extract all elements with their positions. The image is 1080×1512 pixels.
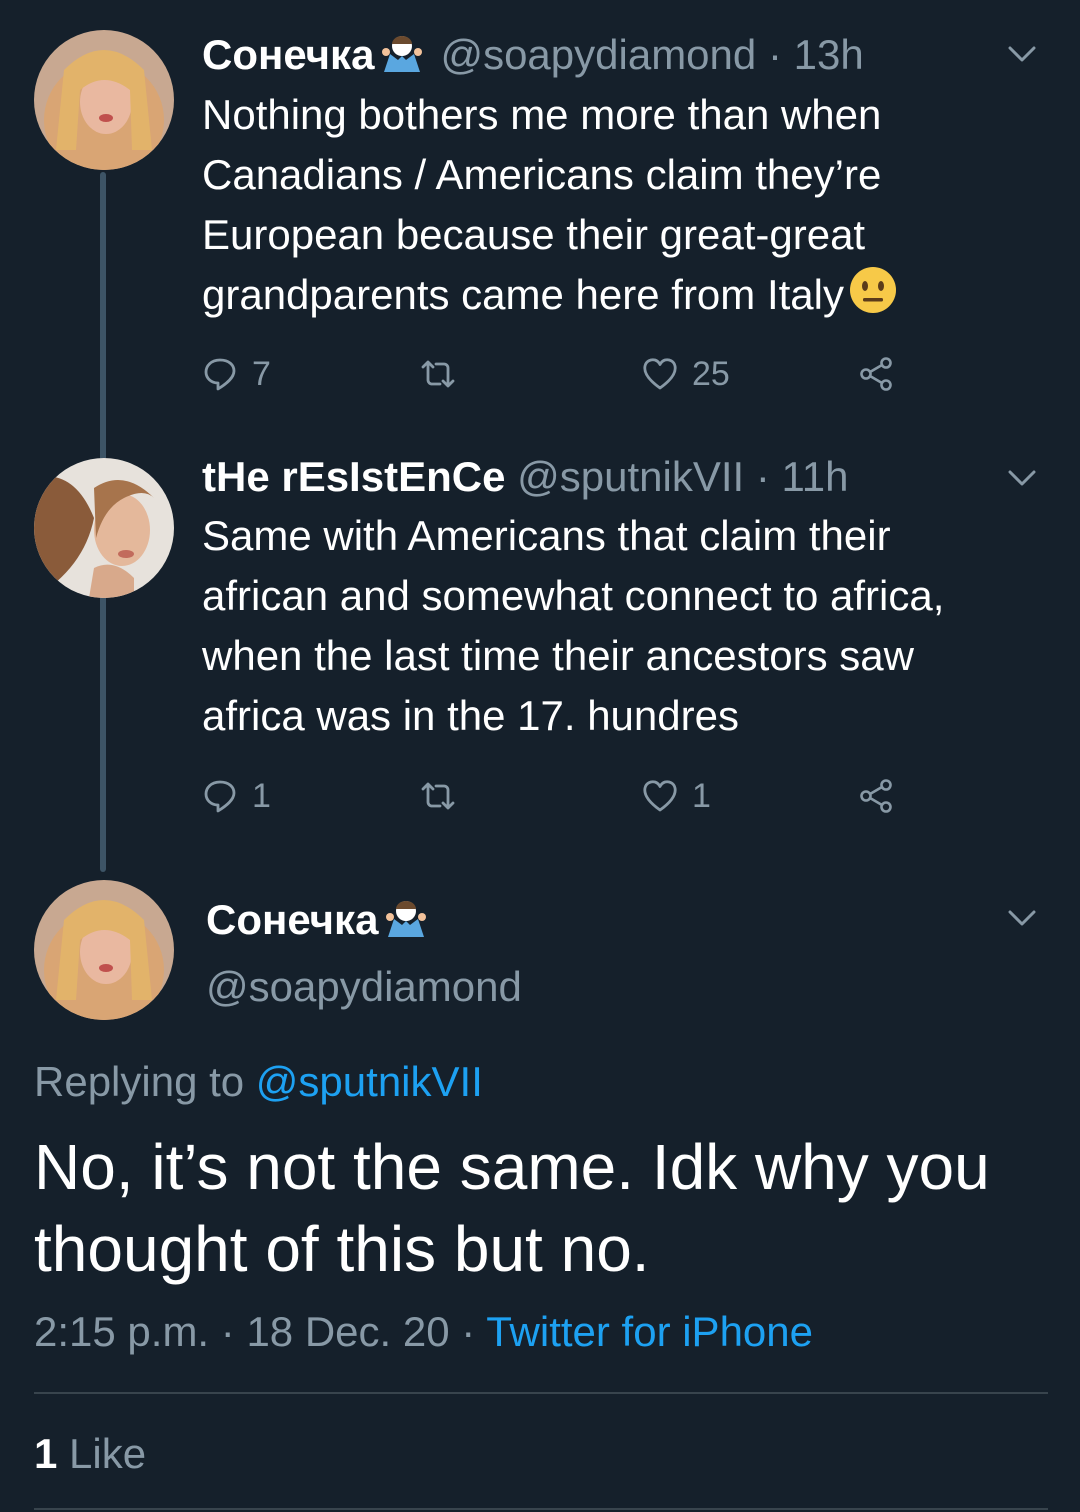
avatar[interactable] [34, 880, 174, 1020]
mention-link[interactable]: @sputnikVII [256, 1058, 483, 1105]
divider [34, 1508, 1048, 1510]
tweet-actions: 7 25 [202, 350, 922, 398]
display-name[interactable]: Сонечка [206, 895, 428, 948]
reply-button[interactable]: 1 [202, 772, 271, 820]
chevron-down-icon[interactable] [1002, 458, 1042, 498]
heart-icon [643, 358, 677, 390]
timestamp[interactable]: 2:15 p.m. [34, 1308, 209, 1355]
reply-icon [204, 780, 236, 813]
retweet-button[interactable] [420, 350, 470, 398]
display-name[interactable]: tHe rEsIstEnCe [202, 453, 505, 500]
separator-dot: · [461, 1308, 476, 1355]
retweet-icon [421, 782, 455, 810]
tweet-actions: 1 1 [202, 772, 922, 820]
tweet-text: Nothing bothers me more than when Canadi… [202, 85, 1042, 331]
share-icon [860, 357, 892, 391]
likes-count[interactable]: 1 Like [34, 1428, 146, 1480]
avatar[interactable] [34, 30, 174, 170]
share-icon [860, 779, 892, 813]
reply-icon [204, 358, 236, 391]
neutral-face-emoji-icon [848, 265, 898, 331]
like-button[interactable]: 25 [642, 350, 730, 398]
person-tipping-hand-emoji-icon [384, 897, 428, 948]
retweet-icon [421, 360, 455, 388]
separator-dot: · [220, 1308, 235, 1355]
chevron-down-icon[interactable] [1002, 34, 1042, 74]
separator-dot: · [767, 31, 782, 78]
like-button[interactable]: 1 [642, 772, 711, 820]
tweet-text: No, it’s not the same. Idk why you thoug… [34, 1131, 990, 1285]
heart-icon [643, 780, 677, 812]
date[interactable]: 18 Dec. 20 [246, 1308, 449, 1355]
handle[interactable]: @soapydiamond [206, 962, 522, 1012]
chevron-down-icon[interactable] [1002, 898, 1042, 938]
divider [34, 1392, 1048, 1394]
person-tipping-hand-emoji-icon [380, 32, 424, 83]
avatar[interactable] [34, 458, 174, 598]
tweet-header: Сонечка @soapydiamond · 13h [202, 30, 864, 83]
display-name[interactable]: Сонечка [202, 31, 374, 78]
handle[interactable]: @sputnikVII [517, 453, 744, 500]
timestamp[interactable]: 13h [794, 31, 864, 78]
tweet-meta: 2:15 p.m. · 18 Dec. 20 · Twitter for iPh… [34, 1305, 813, 1359]
source-link[interactable]: Twitter for iPhone [486, 1308, 813, 1355]
tweet-header: tHe rEsIstEnCe @sputnikVII · 11h [202, 452, 848, 502]
handle[interactable]: @soapydiamond [440, 31, 756, 78]
timestamp[interactable]: 11h [782, 453, 849, 500]
tweet-text: Same with Americans that claim their afr… [202, 512, 945, 739]
share-button[interactable] [858, 350, 894, 398]
share-button[interactable] [858, 772, 894, 820]
replying-to: Replying to @sputnikVII [34, 1058, 483, 1105]
retweet-button[interactable] [420, 772, 470, 820]
separator-dot: · [755, 453, 770, 500]
reply-button[interactable]: 7 [202, 350, 271, 398]
